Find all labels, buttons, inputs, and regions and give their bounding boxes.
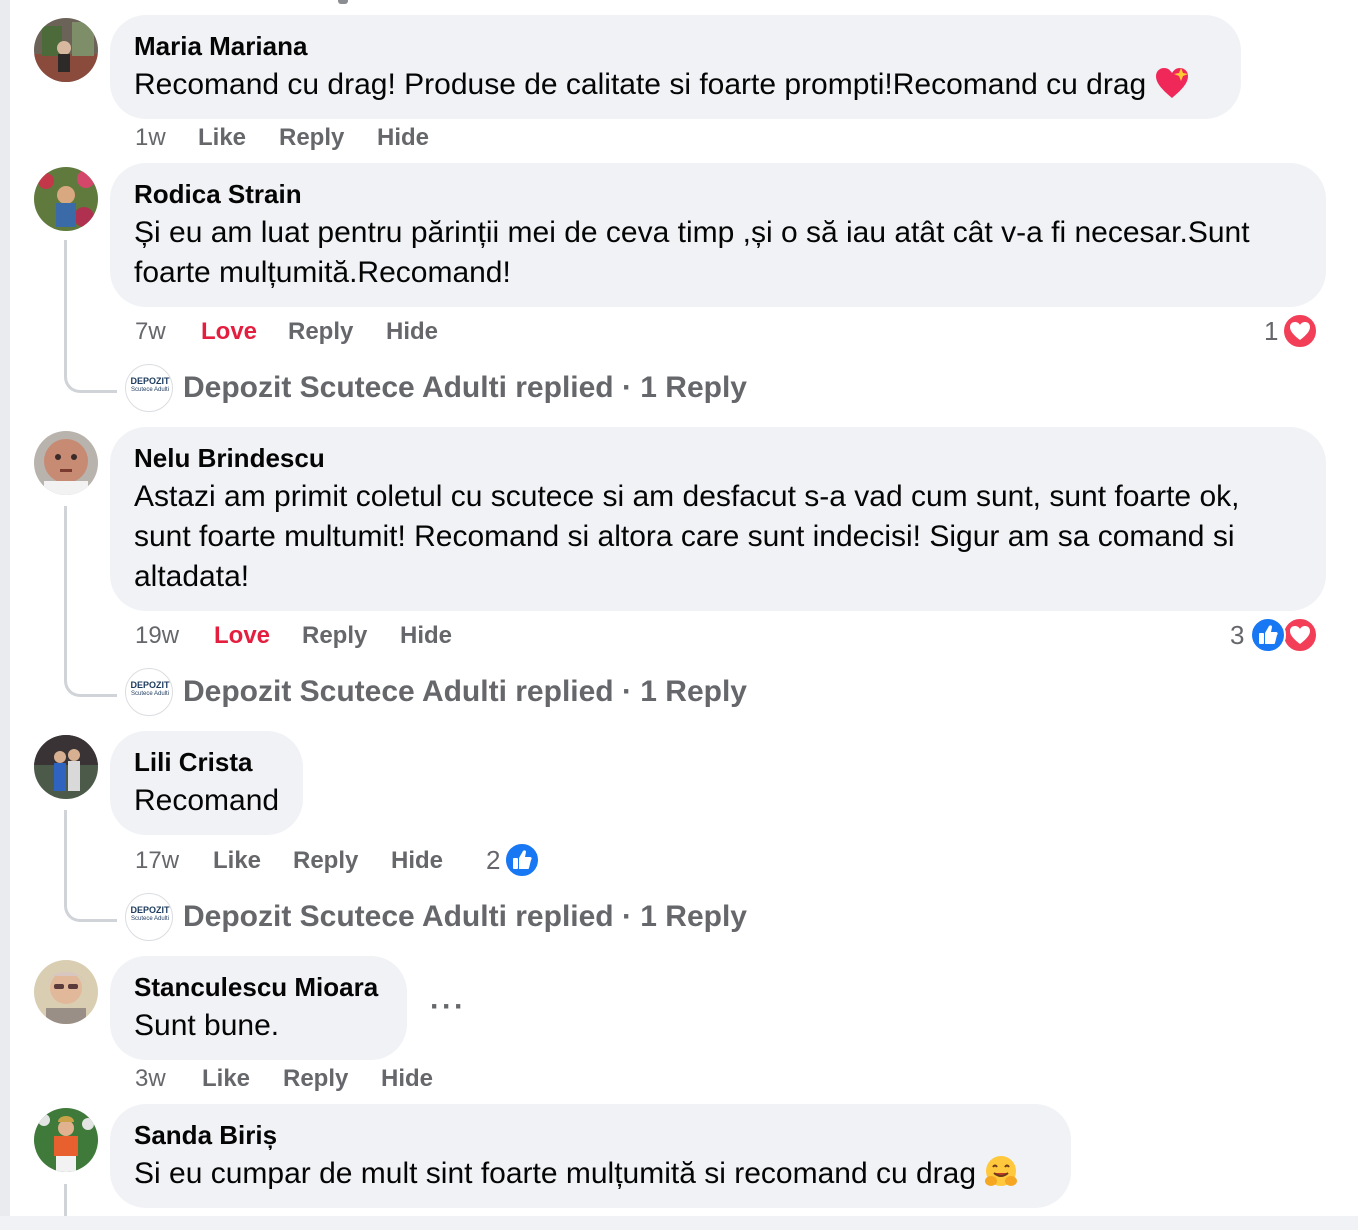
- comment-time[interactable]: 7w: [135, 317, 166, 347]
- reply-button[interactable]: Reply: [279, 123, 344, 153]
- reply-button[interactable]: Reply: [293, 846, 358, 876]
- comment-bubble: Maria Mariana Recomand cu drag! Produse …: [110, 15, 1241, 119]
- reply-summary[interactable]: Depozit Scutece Adulti replied · 1 Reply: [183, 368, 747, 408]
- hide-button[interactable]: Hide: [381, 1064, 433, 1094]
- comment-author[interactable]: Stanculescu Mioara: [134, 970, 378, 1004]
- like-icon: [1250, 617, 1286, 653]
- page-avatar-subtitle: Scutece Adulti: [130, 916, 170, 922]
- more-options-button[interactable]: ···: [430, 992, 466, 1022]
- comment-text-line: Și eu am luat pentru părinții mei de cev…: [134, 216, 1250, 249]
- avatar-sanda-biris[interactable]: [34, 1108, 98, 1172]
- comment-text-line: Astazi am primit coletul cu scutece si a…: [134, 480, 1240, 513]
- thread-curve: [64, 893, 117, 922]
- comment-bubble: Lili Crista Recomand: [110, 731, 303, 835]
- love-icon: [1282, 313, 1318, 349]
- comment-text-line: foarte mulțumită.Recomand!: [134, 256, 511, 289]
- thread-curve: [64, 668, 117, 697]
- like-button[interactable]: Like: [202, 1064, 250, 1094]
- view-replies-link[interactable]: DEPOZIT Scutece Adulti Depozit Scutece A…: [125, 893, 825, 941]
- left-edge: [0, 0, 10, 1230]
- reply-button[interactable]: Reply: [283, 1064, 348, 1094]
- love-button[interactable]: Love: [214, 621, 270, 651]
- comment-author[interactable]: Maria Mariana: [134, 29, 307, 63]
- comment-bubble: Nelu Brindescu Astazi am primit coletul …: [110, 427, 1326, 611]
- reaction-count: 2: [486, 845, 501, 875]
- reaction-summary[interactable]: 3: [1230, 617, 1320, 653]
- avatar-rodica-strain[interactable]: [34, 167, 98, 231]
- heart-sparkle-icon: [1154, 66, 1190, 111]
- avatar-nelu-brindescu[interactable]: [34, 431, 98, 495]
- page-avatar-title: DEPOZIT: [130, 680, 170, 690]
- comment-bubble: Stanculescu Mioara Sunt bune.: [110, 956, 407, 1060]
- like-button[interactable]: Like: [198, 123, 246, 153]
- reply-summary[interactable]: Depozit Scutece Adulti replied · 1 Reply: [183, 672, 747, 712]
- comment-time[interactable]: 19w: [135, 621, 179, 651]
- comment-time[interactable]: 17w: [135, 846, 179, 876]
- comment-text: Astazi am primit coletul cu scutece si a…: [134, 477, 1239, 597]
- page-avatar: DEPOZIT Scutece Adulti: [125, 668, 173, 716]
- comment-author[interactable]: Nelu Brindescu: [134, 441, 325, 475]
- comment-author[interactable]: Lili Crista: [134, 745, 252, 779]
- reply-button[interactable]: Reply: [288, 317, 353, 347]
- comment-text: Recomand cu drag! Produse de calitate si…: [134, 65, 1190, 111]
- comment-text: Si eu cumpar de mult sint foarte mulțumi…: [134, 1154, 1018, 1200]
- comment-text: Recomand: [134, 784, 280, 817]
- like-icon: [504, 842, 540, 878]
- view-replies-link[interactable]: DEPOZIT Scutece Adulti Depozit Scutece A…: [125, 364, 825, 412]
- thread-curve: [64, 364, 117, 393]
- comment-text-line: sunt foarte multumit! Recomand si altora…: [134, 520, 1235, 553]
- comment-text-line: altadata!: [134, 560, 250, 593]
- reaction-count: 1: [1264, 316, 1279, 346]
- love-icon: [1282, 617, 1318, 653]
- comment-bubble: Sanda Biriș Si eu cumpar de mult sint fo…: [110, 1104, 1071, 1208]
- page-avatar-title: DEPOZIT: [130, 376, 170, 386]
- hugging-face-icon: [984, 1155, 1018, 1200]
- comment-time[interactable]: 1w: [135, 123, 166, 153]
- previous-item-fragment: [300, 0, 360, 4]
- bottom-edge: [0, 1216, 1358, 1230]
- thread-line: [64, 810, 67, 894]
- like-button[interactable]: Like: [213, 846, 261, 876]
- comment-author[interactable]: Sanda Biriș: [134, 1118, 277, 1152]
- page-avatar-title: DEPOZIT: [130, 905, 170, 915]
- hide-button[interactable]: Hide: [377, 123, 429, 153]
- page-avatar-subtitle: Scutece Adulti: [130, 387, 170, 393]
- comment-text: Și eu am luat pentru părinții mei de cev…: [134, 213, 1250, 293]
- page-avatar-subtitle: Scutece Adulti: [130, 691, 170, 697]
- hide-button[interactable]: Hide: [386, 317, 438, 347]
- reply-button[interactable]: Reply: [302, 621, 367, 651]
- page-avatar: DEPOZIT Scutece Adulti: [125, 364, 173, 412]
- comment-bubble: Rodica Strain Și eu am luat pentru părin…: [110, 163, 1326, 307]
- hide-button[interactable]: Hide: [400, 621, 452, 651]
- comment-time[interactable]: 3w: [135, 1064, 166, 1094]
- view-replies-link[interactable]: DEPOZIT Scutece Adulti Depozit Scutece A…: [125, 668, 825, 716]
- page-avatar: DEPOZIT Scutece Adulti: [125, 893, 173, 941]
- avatar-stanculescu-mioara[interactable]: [34, 960, 98, 1024]
- reaction-summary[interactable]: 2: [486, 842, 542, 878]
- avatar-maria-mariana[interactable]: [34, 18, 98, 82]
- hide-button[interactable]: Hide: [391, 846, 443, 876]
- thread-line: [64, 506, 67, 669]
- reaction-count: 3: [1230, 620, 1245, 650]
- reply-summary[interactable]: Depozit Scutece Adulti replied · 1 Reply: [183, 897, 747, 937]
- comment-author[interactable]: Rodica Strain: [134, 177, 302, 211]
- comment-text: Sunt bune.: [134, 1009, 280, 1042]
- avatar-lili-crista[interactable]: [34, 735, 98, 799]
- love-button[interactable]: Love: [201, 317, 257, 347]
- reaction-summary[interactable]: 1: [1264, 313, 1320, 349]
- thread-line: [64, 240, 67, 365]
